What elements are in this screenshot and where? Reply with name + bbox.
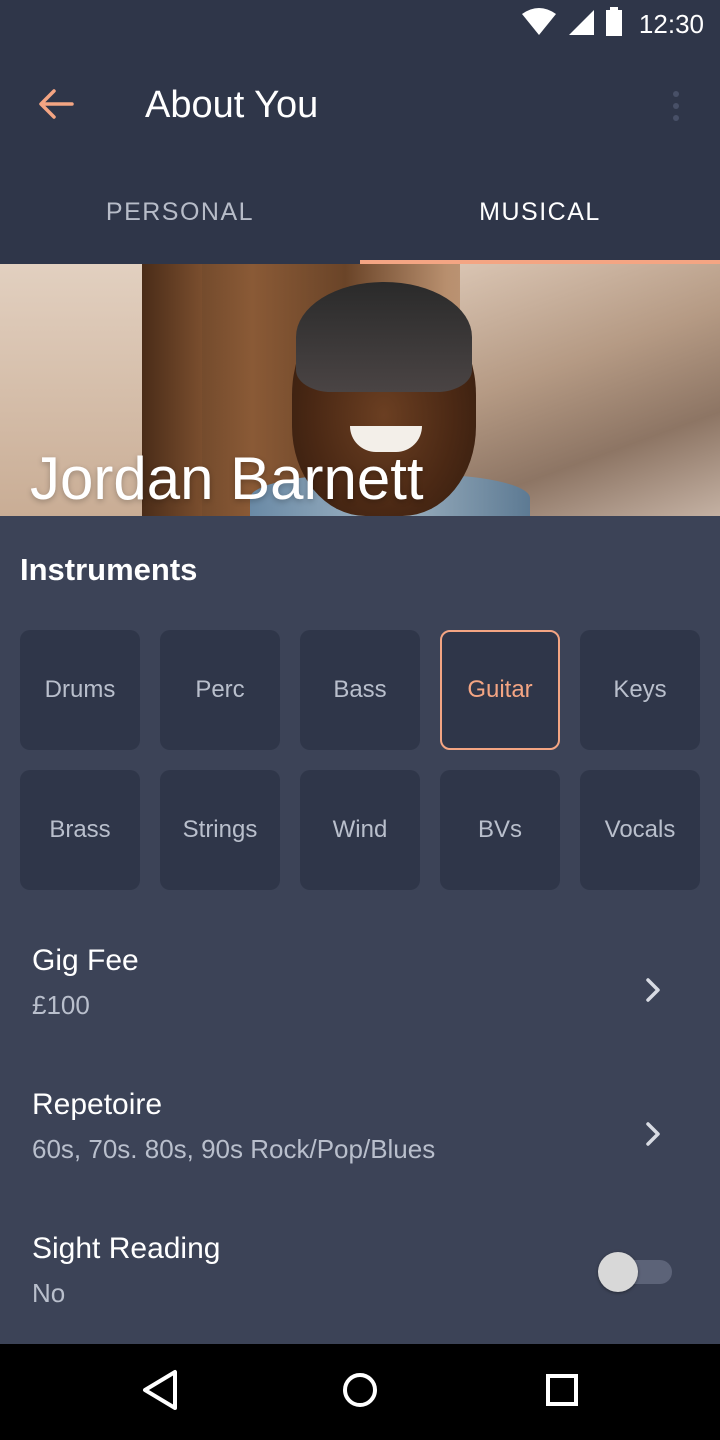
- arrow-back-icon: [38, 88, 74, 125]
- nav-recents-button[interactable]: [538, 1368, 586, 1416]
- gig-fee-value: £100: [32, 990, 90, 1020]
- instrument-chip-bass[interactable]: Bass: [300, 630, 420, 750]
- instrument-chip-bvs[interactable]: BVs: [440, 770, 560, 890]
- back-triangle-icon: [140, 1368, 180, 1417]
- sight-reading-value: No: [32, 1278, 66, 1308]
- instrument-chip-vocals[interactable]: Vocals: [580, 770, 700, 890]
- instrument-chip-wind[interactable]: Wind: [300, 770, 420, 890]
- sight-reading-label: Sight Reading: [32, 1232, 221, 1265]
- gig-fee-row[interactable]: Gig Fee £100: [0, 944, 720, 1064]
- tab-bar: PERSONAL MUSICAL: [0, 160, 720, 264]
- home-circle-icon: [340, 1370, 380, 1415]
- status-bar: 12:30: [0, 0, 720, 48]
- chevron-right-icon: [638, 1114, 668, 1154]
- instrument-chip-drums[interactable]: Drums: [20, 630, 140, 750]
- profile-photo: Jordan Barnett: [0, 264, 720, 516]
- sight-reading-row: Sight Reading No: [0, 1232, 720, 1352]
- more-vert-icon: [673, 91, 679, 97]
- status-time: 12:30: [638, 8, 704, 39]
- wifi-icon: [521, 7, 557, 41]
- recents-square-icon: [542, 1370, 582, 1415]
- chevron-right-icon: [638, 970, 668, 1010]
- nav-back-button[interactable]: [136, 1368, 184, 1416]
- system-nav-bar: [0, 1344, 720, 1440]
- tab-personal[interactable]: PERSONAL: [0, 160, 360, 264]
- repertoire-label: Repetoire: [32, 1088, 163, 1121]
- repertoire-row[interactable]: Repetoire 60s, 70s. 80s, 90s Rock/Pop/Bl…: [0, 1088, 720, 1208]
- repertoire-value: 60s, 70s. 80s, 90s Rock/Pop/Blues: [32, 1134, 436, 1164]
- nav-home-button[interactable]: [336, 1368, 384, 1416]
- instruments-title: Instruments: [20, 552, 198, 587]
- more-options-button[interactable]: [656, 82, 696, 130]
- instrument-grid: Drums Perc Bass Guitar Keys Brass String…: [20, 630, 700, 890]
- toggle-thumb: [598, 1252, 638, 1292]
- back-button[interactable]: [28, 78, 84, 134]
- sight-reading-toggle[interactable]: [598, 1252, 674, 1292]
- app-bar: About You: [0, 48, 720, 160]
- instrument-chip-strings[interactable]: Strings: [160, 770, 280, 890]
- battery-icon: [605, 6, 623, 42]
- instrument-chip-perc[interactable]: Perc: [160, 630, 280, 750]
- instrument-chip-keys[interactable]: Keys: [580, 630, 700, 750]
- page-title: About You: [145, 84, 319, 126]
- tab-musical[interactable]: MUSICAL: [360, 160, 720, 264]
- instrument-chip-brass[interactable]: Brass: [20, 770, 140, 890]
- profile-name: Jordan Barnett: [30, 445, 424, 512]
- signal-icon: [567, 8, 595, 41]
- gig-fee-label: Gig Fee: [32, 944, 139, 977]
- instrument-chip-guitar[interactable]: Guitar: [440, 630, 560, 750]
